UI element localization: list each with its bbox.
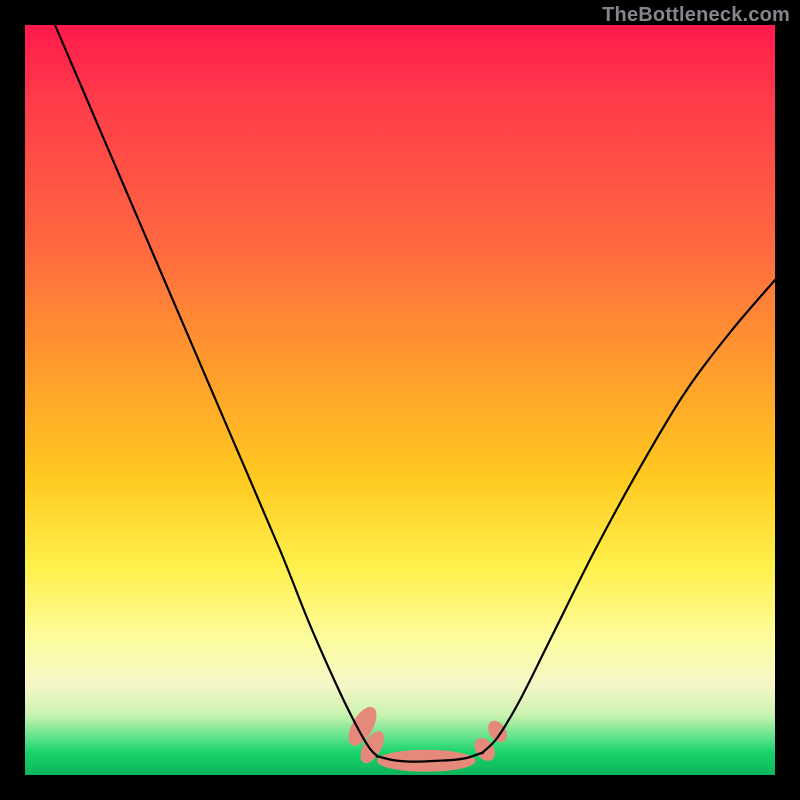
plot-area: [25, 25, 775, 775]
watermark-text: TheBottleneck.com: [602, 4, 790, 27]
chart-stage: TheBottleneck.com: [0, 0, 800, 800]
bottleneck-curve: [55, 25, 775, 762]
curve-layer: [25, 25, 775, 775]
